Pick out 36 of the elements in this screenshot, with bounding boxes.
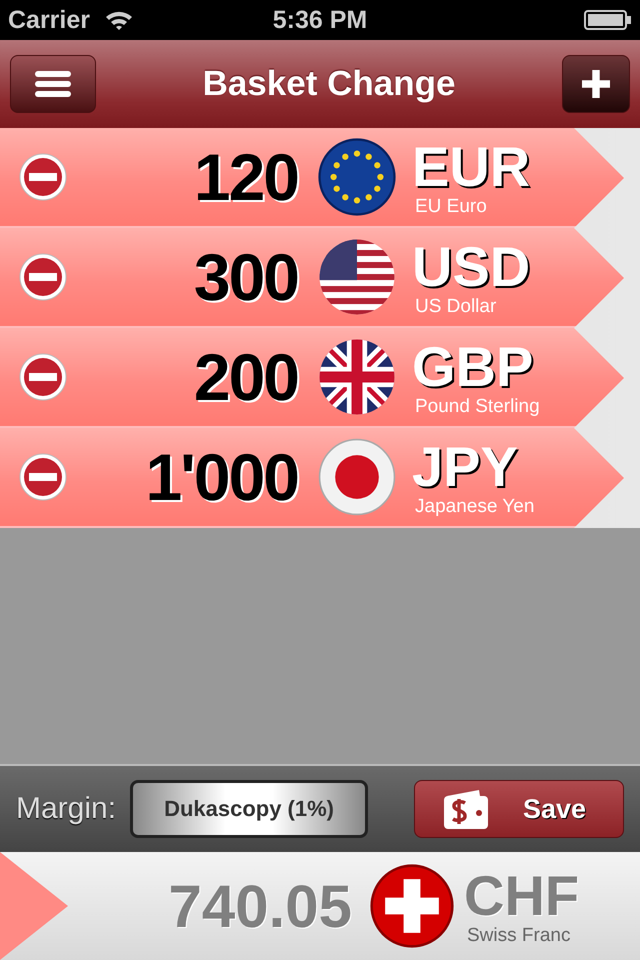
amount-text: 120 xyxy=(192,139,298,215)
currency-name: EU Euro xyxy=(415,196,488,216)
carrier-label: Carrier xyxy=(8,6,90,34)
remove-icon[interactable] xyxy=(18,152,68,202)
remove-icon[interactable] xyxy=(18,352,68,402)
currency-code: USD xyxy=(412,238,530,294)
swiss-flag-icon xyxy=(370,864,454,948)
currency-name: Swiss Franc xyxy=(467,926,572,944)
remove-icon[interactable] xyxy=(18,252,68,302)
currency-code: GBP xyxy=(412,338,534,394)
menu-button[interactable] xyxy=(10,55,96,113)
add-button[interactable] xyxy=(562,55,630,113)
eu-flag-icon xyxy=(318,138,396,216)
battery-icon xyxy=(584,9,632,31)
arrow-tip-icon xyxy=(0,852,70,960)
amount-text: 200 xyxy=(192,339,298,415)
currency-name: US Dollar xyxy=(415,296,498,316)
amount-text: 1'000 xyxy=(144,439,298,515)
plus-icon xyxy=(582,70,610,98)
amount-text: 300 xyxy=(192,239,298,315)
save-button[interactable]: Save xyxy=(414,780,624,838)
total-amount: 740.05 xyxy=(167,872,352,940)
wifi-icon xyxy=(104,9,134,31)
nav-title: Basket Change xyxy=(202,64,456,104)
menu-icon xyxy=(33,69,73,99)
currency-name: Japanese Yen xyxy=(415,496,534,516)
currency-code: EUR xyxy=(412,138,530,194)
margin-label: Margin: xyxy=(16,792,116,826)
remove-icon[interactable] xyxy=(18,452,68,502)
japan-flag-icon xyxy=(318,438,396,516)
currency-name: Pound Sterling xyxy=(415,396,540,416)
currency-code: CHF xyxy=(464,868,580,924)
margin-selector[interactable]: Dukascopy (1%) xyxy=(130,780,368,838)
currency-code: JPY xyxy=(412,438,519,494)
status-time: 5:36 PM xyxy=(272,6,368,34)
wallet-icon xyxy=(443,788,489,830)
